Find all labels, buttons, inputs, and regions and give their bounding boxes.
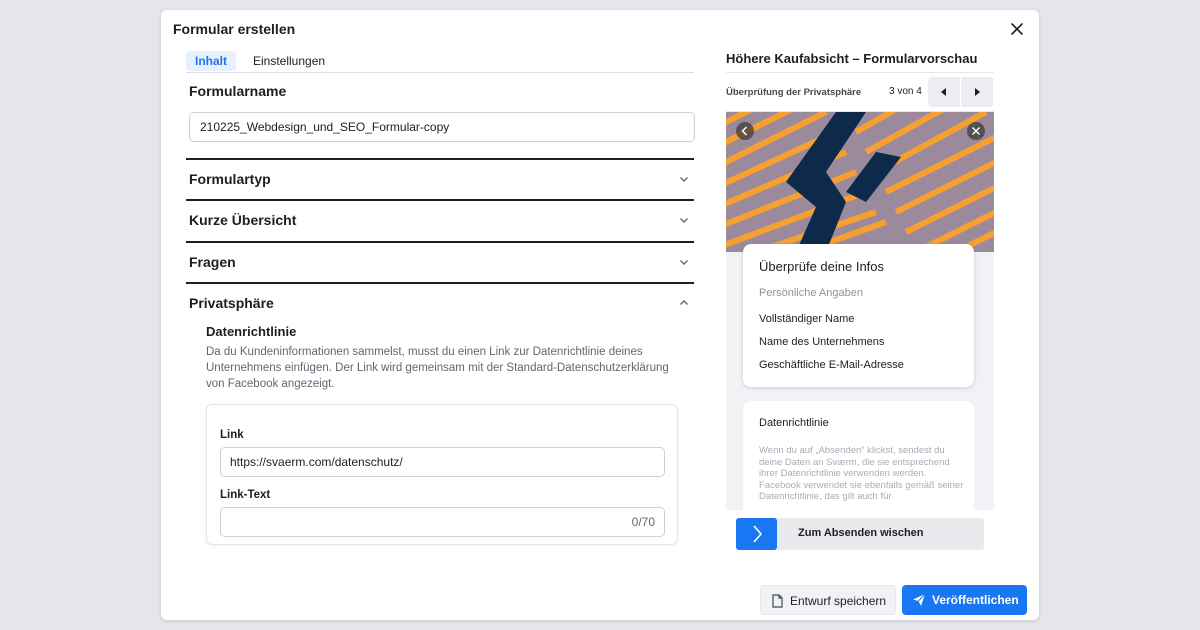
chevron-down-icon (680, 177, 688, 182)
swipe-arrow-button[interactable] (736, 518, 777, 550)
form-preview-phone: Überprüfe deine Infos Persönliche Angabe… (726, 112, 994, 510)
info-field-item: Geschäftliche E-Mail-Adresse (759, 359, 904, 371)
privacy-policy-heading: Datenrichtlinie (206, 324, 297, 339)
link-input[interactable]: https://svaerm.com/datenschutz/ (220, 447, 665, 477)
swipe-label: Zum Absenden wischen (798, 527, 924, 539)
next-page-button[interactable] (961, 77, 993, 107)
info-card-title: Überprüfe deine Infos (759, 259, 885, 274)
chevron-right-icon (753, 525, 763, 543)
publish-label: Veröffentlichen (932, 593, 1019, 607)
hero-image (726, 112, 994, 252)
close-icon[interactable] (1009, 21, 1025, 37)
dialog-title: Formular erstellen (173, 21, 296, 37)
section-label: Fragen (189, 254, 236, 270)
section-kurze-uebersicht[interactable]: Kurze Übersicht (186, 199, 694, 239)
link-card: Link https://svaerm.com/datenschutz/ Lin… (206, 404, 678, 545)
chevron-down-icon (680, 218, 688, 223)
section-label: Privatsphäre (189, 295, 274, 311)
preview-step-label: Überprüfung der Privatsphäre (726, 87, 862, 98)
link-text-input[interactable]: 0/70 (220, 507, 665, 537)
policy-card-text: Wenn du auf „Absenden“ klickst, sendest … (759, 445, 964, 502)
tab-bar: Inhalt Einstellungen (186, 51, 694, 73)
link-label: Link (220, 429, 244, 441)
preview-nav-bar: Überprüfung der Privatsphäre 3 von 4 (726, 72, 994, 112)
info-field-item: Name des Unternehmens (759, 336, 885, 348)
preview-title: Höhere Kaufabsicht – Formularvorschau (726, 51, 978, 66)
create-form-dialog: Formular erstellen Inhalt Einstellungen … (161, 10, 1039, 620)
section-fragen[interactable]: Fragen (186, 241, 694, 281)
info-field-item: Vollständiger Name (759, 313, 855, 325)
section-privatsphaere[interactable]: Privatsphäre (186, 282, 694, 322)
info-review-card: Überprüfe deine Infos Persönliche Angabe… (743, 244, 974, 387)
send-icon (913, 593, 926, 606)
form-name-input[interactable]: 210225_Webdesign_und_SEO_Formular-copy (189, 112, 695, 142)
section-formulartyp[interactable]: Formulartyp (186, 158, 694, 198)
previous-page-button[interactable] (928, 77, 960, 107)
tab-inhalt[interactable]: Inhalt (186, 51, 236, 71)
section-label: Kurze Übersicht (189, 212, 297, 228)
caret-right-icon (975, 88, 980, 96)
document-icon (772, 594, 783, 608)
section-label: Formulartyp (189, 171, 271, 187)
tab-einstellungen[interactable]: Einstellungen (244, 51, 334, 71)
chevron-down-icon (680, 260, 688, 265)
save-draft-button[interactable]: Entwurf speichern (760, 585, 896, 615)
chevron-up-icon (680, 300, 688, 305)
form-name-heading: Formularname (189, 83, 287, 99)
info-card-subtitle: Persönliche Angaben (759, 287, 863, 299)
hero-back-button[interactable] (736, 122, 754, 140)
policy-card-title: Datenrichtlinie (759, 417, 829, 429)
caret-left-icon (941, 88, 946, 96)
chevron-left-icon (741, 126, 748, 136)
save-draft-label: Entwurf speichern (790, 594, 887, 608)
privacy-description: Da du Kundeninformationen sammelst, muss… (206, 346, 669, 390)
link-text-label: Link-Text (220, 489, 271, 501)
hero-close-button[interactable] (967, 122, 985, 140)
preview-page-counter: 3 von 4 (889, 86, 922, 97)
swipe-to-submit[interactable]: Zum Absenden wischen (736, 518, 984, 550)
close-icon (972, 127, 980, 135)
char-counter: 0/70 (631, 515, 655, 529)
policy-card: Datenrichtlinie Wenn du auf „Absenden“ k… (743, 401, 974, 510)
publish-button[interactable]: Veröffentlichen (902, 585, 1027, 615)
